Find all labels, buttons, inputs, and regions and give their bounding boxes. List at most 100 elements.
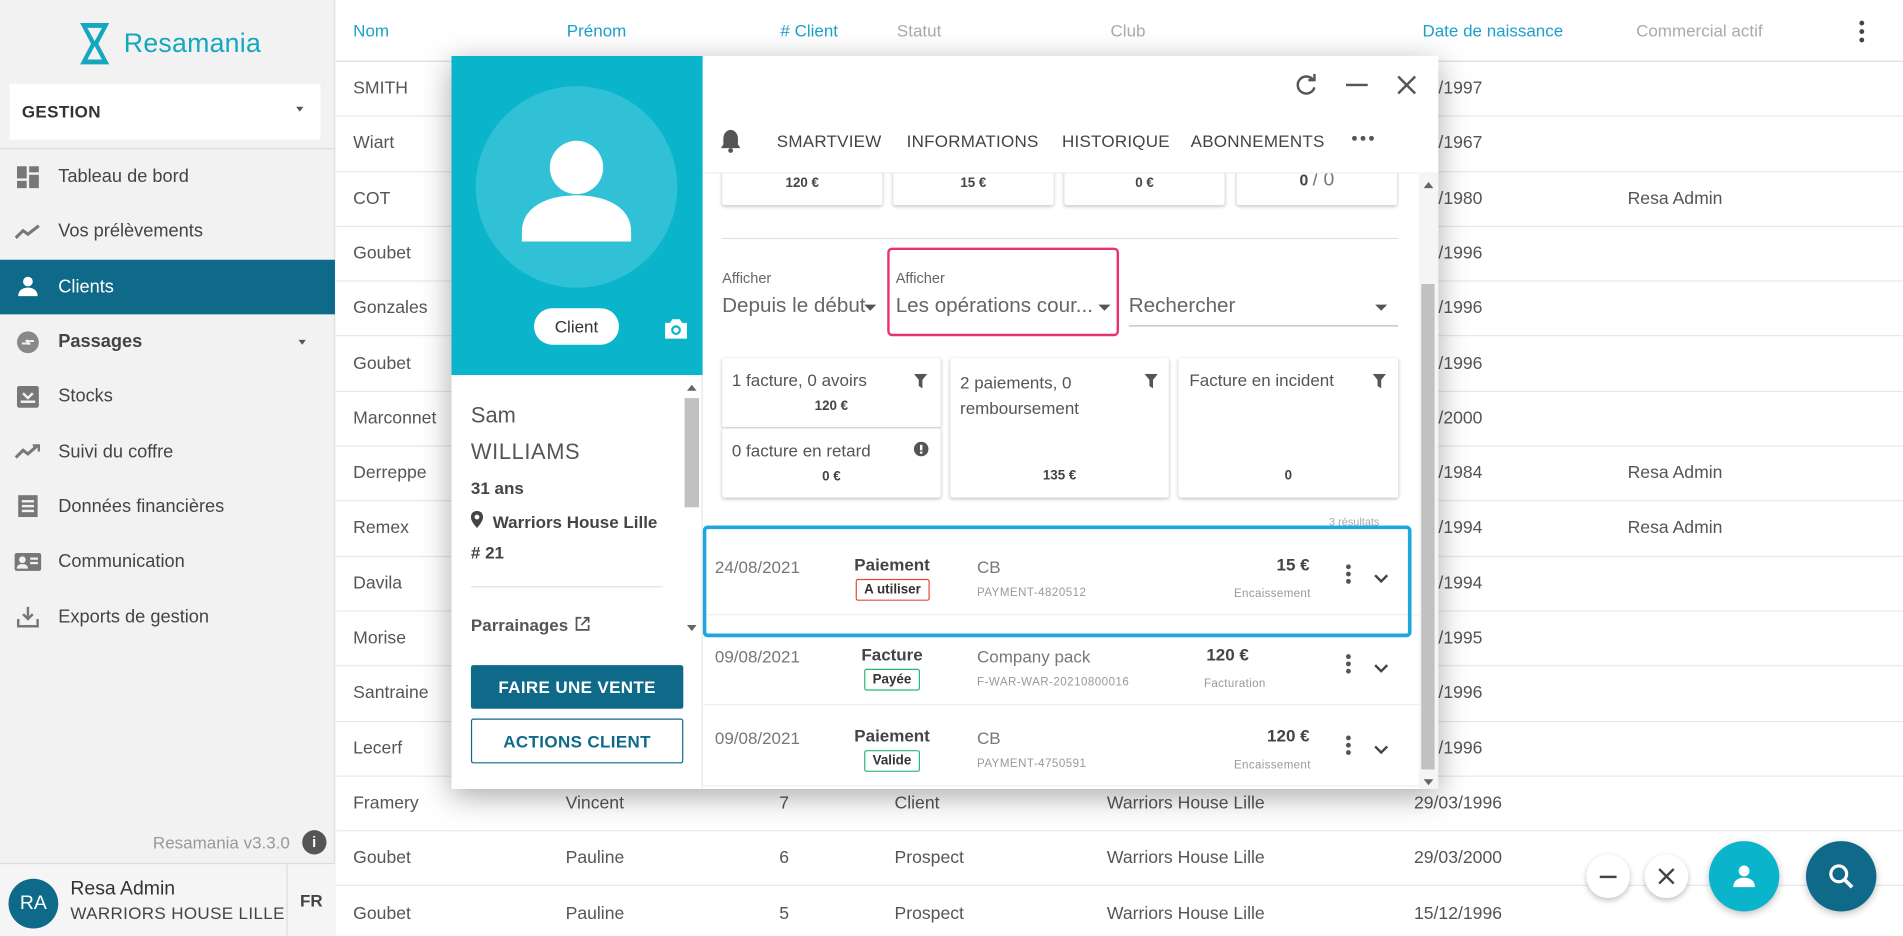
stat-title: 0 facture en retard bbox=[731, 440, 871, 460]
tab-smartview[interactable]: SMARTVIEW bbox=[777, 131, 882, 150]
app-screen: Resamania GESTION Tableau de bord Vos pr… bbox=[0, 0, 1903, 936]
late-invoices-stat-card[interactable]: 0 facture en retard 0 € bbox=[722, 428, 941, 498]
filter-icon[interactable] bbox=[1144, 373, 1158, 395]
caret-down-icon bbox=[298, 339, 306, 345]
avatar[interactable]: RA bbox=[8, 878, 59, 929]
refresh-icon[interactable] bbox=[1291, 70, 1320, 99]
divider bbox=[722, 237, 1399, 240]
more-vert-icon[interactable] bbox=[1345, 654, 1351, 674]
cell-statut: Prospect bbox=[894, 903, 964, 924]
cell-nom: Morise bbox=[353, 628, 407, 649]
passages-icon bbox=[15, 328, 42, 355]
language-selector[interactable]: FR bbox=[286, 864, 335, 936]
minimize-fab[interactable] bbox=[1586, 854, 1630, 899]
payments-stat-card[interactable]: 2 paiements, 0 remboursement 135 € bbox=[950, 358, 1169, 498]
make-sale-button[interactable]: FAIRE UNE VENTE bbox=[470, 665, 684, 709]
column-header-prenom[interactable]: Prénom bbox=[567, 21, 627, 40]
operation-row[interactable]: 09/08/2021 Paiement Valide CB PAYMENT-475059… bbox=[702, 704, 1419, 787]
invoices-stat-card[interactable]: 1 facture, 0 avoirs 120 € bbox=[722, 358, 941, 428]
dashboard-icon bbox=[15, 163, 42, 190]
stat-title: Facture en incident bbox=[1189, 370, 1334, 390]
cell-nom: Goubet bbox=[353, 903, 411, 924]
search-fab[interactable] bbox=[1805, 841, 1877, 912]
sidebar-item-prelevements[interactable]: Vos prélèvements bbox=[0, 204, 335, 259]
sidebar: Resamania GESTION Tableau de bord Vos pr… bbox=[0, 0, 335, 936]
summary-card: 15 € bbox=[893, 173, 1054, 206]
cell-commercial: Resa Admin bbox=[1627, 463, 1723, 484]
bell-icon[interactable] bbox=[720, 129, 742, 157]
summary-value: 0 bbox=[1299, 172, 1309, 190]
tab-abonnements[interactable]: ABONNEMENTS bbox=[1191, 131, 1325, 150]
more-vert-icon[interactable] bbox=[1345, 735, 1351, 755]
close-icon[interactable] bbox=[1392, 70, 1421, 99]
more-vert-icon[interactable] bbox=[1858, 20, 1865, 43]
info-icon[interactable]: i bbox=[302, 830, 327, 855]
detail-scrollbar[interactable] bbox=[1418, 172, 1439, 789]
sidebar-item-stocks[interactable]: Stocks bbox=[0, 369, 335, 424]
tab-historique[interactable]: HISTORIQUE bbox=[1062, 131, 1170, 150]
status-badge: Client bbox=[534, 308, 619, 345]
payment-method: CB bbox=[977, 728, 1001, 748]
person-icon bbox=[521, 140, 632, 242]
tab-informations[interactable]: INFORMATIONS bbox=[907, 131, 1039, 150]
cell-club: Warriors House Lille bbox=[1106, 903, 1265, 924]
trend-up-icon bbox=[14, 438, 42, 465]
brand-logo[interactable]: Resamania bbox=[78, 19, 261, 68]
summary-value: 0 € bbox=[1135, 175, 1154, 191]
modal-tabs: SMARTVIEW INFORMATIONS HISTORIQUE ABONNE… bbox=[703, 124, 1439, 173]
column-header-statut[interactable]: Statut bbox=[897, 21, 941, 40]
alert-icon bbox=[913, 441, 929, 463]
period-filter-label: Afficher bbox=[722, 269, 772, 287]
client-last-name: WILLIAMS bbox=[470, 439, 581, 464]
sidebar-item-passages[interactable]: Passages bbox=[0, 314, 335, 369]
caret-down-icon bbox=[296, 106, 304, 112]
payment-method: Company pack bbox=[977, 646, 1091, 667]
profile-scrollbar[interactable] bbox=[684, 381, 700, 636]
close-fab[interactable] bbox=[1644, 854, 1689, 899]
client-fab[interactable] bbox=[1708, 841, 1780, 912]
sidebar-item-communication[interactable]: Communication bbox=[0, 534, 335, 589]
referral-link[interactable]: Parrainages bbox=[471, 615, 590, 635]
summary-card: 0 € bbox=[1064, 173, 1225, 206]
stock-box-icon bbox=[15, 383, 42, 410]
sidebar-item-label: Clients bbox=[58, 276, 114, 298]
column-header-nom[interactable]: Nom bbox=[353, 21, 389, 40]
cell-nom: Marconnet bbox=[353, 408, 437, 429]
more-horiz-icon[interactable] bbox=[1352, 135, 1374, 141]
module-selector[interactable]: GESTION bbox=[9, 83, 321, 140]
column-header-commercial[interactable]: Commercial actif bbox=[1636, 21, 1763, 40]
column-header-club[interactable]: Club bbox=[1111, 21, 1146, 40]
client-actions-button[interactable]: ACTIONS CLIENT bbox=[470, 718, 684, 764]
cell-nom: SMITH bbox=[353, 78, 408, 99]
camera-icon[interactable] bbox=[663, 318, 690, 346]
search-placeholder: Rechercher bbox=[1128, 293, 1236, 317]
sidebar-item-financial[interactable]: Données financières bbox=[0, 479, 335, 534]
operation-amount: 120 € bbox=[1206, 644, 1249, 664]
module-label: GESTION bbox=[21, 101, 101, 122]
column-header-client-number[interactable]: # Client bbox=[780, 21, 838, 40]
operation-type: Paiement bbox=[854, 725, 930, 746]
profile-avatar[interactable] bbox=[475, 86, 678, 288]
chevron-down-icon[interactable] bbox=[1374, 658, 1389, 680]
client-detail-panel: SMARTVIEW INFORMATIONS HISTORIQUE ABONNE… bbox=[702, 55, 1439, 789]
cell-num: 7 bbox=[779, 793, 789, 814]
sidebar-item-coffre[interactable]: Suivi du coffre bbox=[0, 424, 335, 479]
cell-prenom: Pauline bbox=[565, 848, 625, 869]
resamania-logo-icon bbox=[78, 21, 112, 67]
client-number: # 21 bbox=[470, 542, 504, 562]
minimize-icon[interactable] bbox=[1342, 70, 1371, 99]
sidebar-item-exports[interactable]: Exports de gestion bbox=[0, 589, 335, 644]
filter-icon[interactable] bbox=[913, 373, 928, 395]
cell-nom: COT bbox=[353, 188, 391, 209]
sidebar-item-dashboard[interactable]: Tableau de bord bbox=[0, 149, 335, 204]
filter-icon[interactable] bbox=[1372, 373, 1387, 395]
scrollbar-thumb[interactable] bbox=[1421, 284, 1435, 770]
stat-title: 1 facture, 0 avoirs bbox=[731, 370, 867, 390]
client-first-name: Sam bbox=[470, 402, 516, 428]
sidebar-item-clients[interactable]: Clients bbox=[0, 259, 335, 315]
cell-nom: Davila bbox=[353, 573, 403, 594]
column-header-birthdate[interactable]: Date de naissance bbox=[1422, 21, 1563, 40]
incident-stat-card[interactable]: Facture en incident 0 bbox=[1178, 358, 1399, 498]
chevron-down-icon[interactable] bbox=[1374, 739, 1389, 761]
cell-num: 5 bbox=[779, 903, 789, 924]
